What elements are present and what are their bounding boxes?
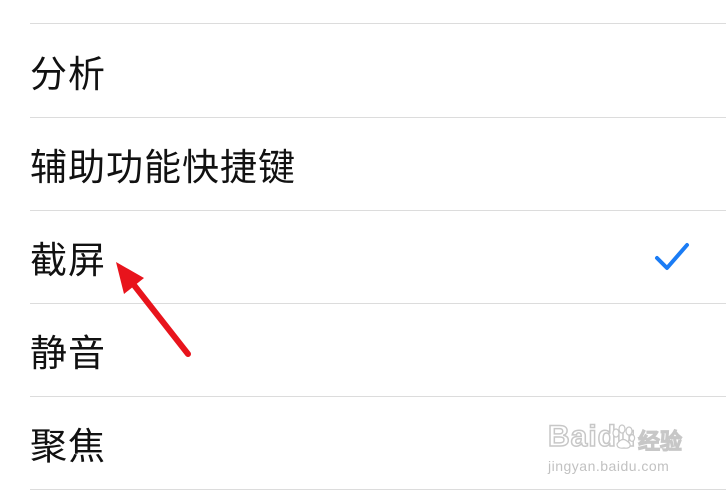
watermark-url: jingyan.baidu.com <box>548 458 670 474</box>
paw-icon <box>612 424 636 449</box>
option-row-mute[interactable]: 静音 <box>0 303 726 396</box>
watermark-brand-cn: 经验 <box>637 430 683 456</box>
option-label: 辅助功能快捷键 <box>30 145 296 189</box>
option-row-analytics[interactable]: 分析 <box>0 24 726 117</box>
checkmark-icon <box>655 242 689 270</box>
option-label: 聚焦 <box>30 424 106 468</box>
screen: 分析 辅助功能快捷键 截屏 静音 聚焦 Baidu 经验 jingyan.bai… <box>0 0 726 496</box>
option-row-screenshot[interactable]: 截屏 <box>0 210 726 303</box>
option-label: 截屏 <box>30 238 106 282</box>
divider <box>30 489 726 490</box>
watermark: Baidu 经验 jingyan.baidu.com <box>547 419 688 476</box>
option-row-accessibility-shortcut[interactable]: 辅助功能快捷键 <box>0 117 726 210</box>
option-label: 静音 <box>30 331 106 375</box>
option-label: 分析 <box>30 52 106 96</box>
